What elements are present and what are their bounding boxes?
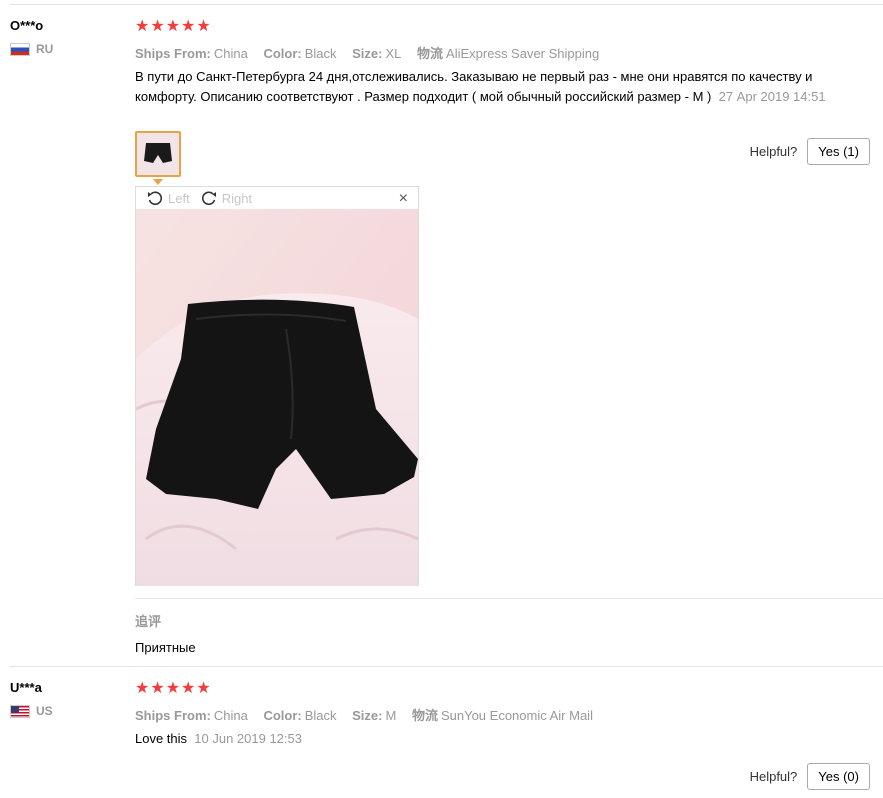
thumbnail-pointer <box>153 179 163 185</box>
rotate-left-button[interactable]: Left <box>146 190 190 206</box>
review-text: Love this <box>135 731 188 746</box>
order-attributes: Ships From: China Color: Black Size: M 物流 Su… <box>135 705 883 724</box>
photo-viewer: Left Right × <box>135 186 419 586</box>
logistics-label: 物流 <box>417 46 444 61</box>
review-text-block: В пути до Санкт-Петербурга 24 дня,отслеж… <box>135 67 855 107</box>
flag-us-icon <box>10 704 30 718</box>
review-photo-thumbnail[interactable] <box>135 131 181 177</box>
logistics-value: AliExpress Saver Shipping <box>446 46 600 61</box>
logistics-label: 物流 <box>411 708 438 723</box>
review-divider <box>10 666 883 667</box>
review-date: 27 Apr 2019 14:51 <box>718 89 826 104</box>
ships-from-label: Ships From: <box>135 708 211 723</box>
star-rating: ★★★★★ <box>135 680 212 697</box>
color-label: Color: <box>263 708 302 723</box>
review-photo-large <box>136 209 418 586</box>
rotate-right-button[interactable]: Right <box>200 190 252 206</box>
review-text-block: Love this 10 Jun 2019 12:53 <box>135 729 855 749</box>
country-code: RU <box>36 42 54 56</box>
flag-ru-icon <box>10 42 30 56</box>
review-content: ★★★★★ Ships From: China Color: Black Size:… <box>135 680 883 749</box>
rotate-left-label: Left <box>168 190 190 206</box>
review-date: 10 Jun 2019 12:53 <box>194 731 302 746</box>
reviewer-name: O***o <box>10 18 44 33</box>
color-value: Black <box>304 46 337 61</box>
review-content: ★★★★★ Ships From: China Color: Black Size:… <box>135 18 883 107</box>
color-label: Color: <box>263 46 302 61</box>
helpful-label: Helpful? <box>749 769 798 784</box>
reviewer-name: U***a <box>10 680 42 695</box>
helpful-section: Helpful? Yes (1) <box>750 138 870 165</box>
reviewer-info: O***o RU <box>10 18 53 56</box>
ships-from-value: China <box>213 46 248 61</box>
helpful-label: Helpful? <box>749 144 798 159</box>
helpful-yes-button[interactable]: Yes (1) <box>807 138 870 165</box>
size-label: Size: <box>352 708 383 723</box>
photo-viewer-toolbar: Left Right × <box>136 187 418 209</box>
rotate-right-icon <box>201 191 216 206</box>
helpful-section: Helpful? Yes (0) <box>750 763 870 790</box>
reviewer-info: U***a US <box>10 680 53 718</box>
followup-divider <box>135 598 883 599</box>
star-rating: ★★★★★ <box>135 18 212 35</box>
rotate-right-label: Right <box>221 190 253 206</box>
shorts-photo-thumb-icon <box>137 133 179 175</box>
reviewer-country: RU <box>10 42 53 56</box>
helpful-yes-button[interactable]: Yes (0) <box>807 763 870 790</box>
followup-text: Приятные <box>135 640 196 655</box>
top-divider <box>10 4 883 5</box>
rotate-left-icon <box>148 191 163 206</box>
followup-title: 追评 <box>135 614 162 629</box>
ships-from-label: Ships From: <box>135 46 211 61</box>
reviewer-country: US <box>10 704 53 718</box>
shorts-photo-image <box>136 209 418 586</box>
color-value: Black <box>304 708 337 723</box>
close-viewer-button[interactable]: × <box>399 190 408 208</box>
ships-from-value: China <box>213 708 248 723</box>
review-text: В пути до Санкт-Петербурга 24 дня,отслеж… <box>135 69 813 104</box>
order-attributes: Ships From: China Color: Black Size: XL 物流 A… <box>135 43 883 62</box>
country-code: US <box>36 704 53 718</box>
size-value: M <box>385 708 397 723</box>
size-value: XL <box>385 46 402 61</box>
size-label: Size: <box>352 46 383 61</box>
logistics-value: SunYou Economic Air Mail <box>440 708 593 723</box>
